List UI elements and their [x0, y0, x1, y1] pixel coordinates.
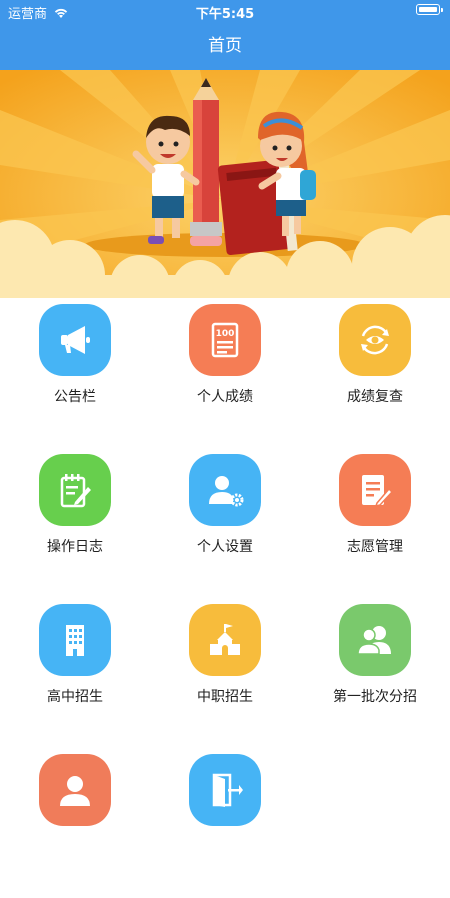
exit-door-icon: [212, 773, 243, 807]
eye-review-icon: [361, 325, 389, 355]
user-settings-icon: [209, 476, 244, 507]
menu-label: 个人成绩: [197, 389, 253, 405]
menu-label: 志愿管理: [347, 539, 403, 555]
banner-art: [0, 70, 450, 298]
banner-illustration: [0, 70, 450, 298]
building-icon: [66, 625, 84, 656]
menu-item-logout[interactable]: [150, 748, 300, 898]
nav-bar: 首页: [0, 22, 450, 70]
menu-label: 成绩复查: [347, 389, 403, 405]
page-title: 首页: [208, 36, 242, 56]
user-circle-icon: [60, 776, 90, 806]
menu-item-bulletin[interactable]: 公告栏: [0, 298, 150, 448]
menu-item-volunteer-management-tile[interactable]: [339, 454, 411, 526]
menu-item-volunteer-management[interactable]: 志愿管理: [300, 448, 450, 598]
edit-document-icon: [362, 475, 394, 508]
status-time: 下午5:45: [195, 7, 255, 22]
menu-item-user-account[interactable]: [0, 748, 150, 898]
menu-item-first-batch[interactable]: 第一批次分招: [300, 598, 450, 748]
menu-label: 公告栏: [54, 389, 96, 405]
menu-item-operation-log[interactable]: 操作日志: [0, 448, 150, 598]
menu-item-personal-settings-tile[interactable]: [189, 454, 261, 526]
menu-label: 中职招生: [197, 689, 253, 705]
menu-item-personal-score-tile[interactable]: 100: [189, 304, 261, 376]
menu-grid: 公告栏 100 个人成绩 成绩复查 操作日志 个人设置 志愿管理 高中招生 中职…: [0, 298, 450, 826]
menu-item-user-account-tile[interactable]: [39, 754, 111, 826]
menu-item-score-review-tile[interactable]: [339, 304, 411, 376]
users-icon: [357, 626, 391, 655]
menu-item-personal-score[interactable]: 100 个人成绩: [150, 298, 300, 448]
megaphone-icon: [61, 326, 90, 354]
menu-item-score-review[interactable]: 成绩复查: [300, 298, 450, 448]
status-bar: 运营商 下午5:45: [0, 0, 450, 22]
menu-item-first-batch-tile[interactable]: [339, 604, 411, 676]
svg-text:100: 100: [216, 329, 235, 339]
score-sheet-icon: 100: [211, 322, 239, 358]
menu-label: 第一批次分招: [333, 689, 417, 705]
menu-label: 个人设置: [197, 539, 253, 555]
menu-item-highschool-admission-tile[interactable]: [39, 604, 111, 676]
log-notebook-icon: [60, 474, 91, 508]
menu-item-logout-tile[interactable]: [189, 754, 261, 826]
menu-item-vocational-admission[interactable]: 中职招生: [150, 598, 300, 748]
menu-item-highschool-admission[interactable]: 高中招生: [0, 598, 150, 748]
menu-item-operation-log-tile[interactable]: [39, 454, 111, 526]
menu-label: 高中招生: [47, 689, 103, 705]
school-icon: [210, 624, 240, 655]
menu-item-bulletin-tile[interactable]: [39, 304, 111, 376]
battery-icon: [416, 4, 443, 15]
menu-label: 操作日志: [47, 539, 103, 555]
menu-item-personal-settings[interactable]: 个人设置: [150, 448, 300, 598]
menu-item-vocational-admission-tile[interactable]: [189, 604, 261, 676]
